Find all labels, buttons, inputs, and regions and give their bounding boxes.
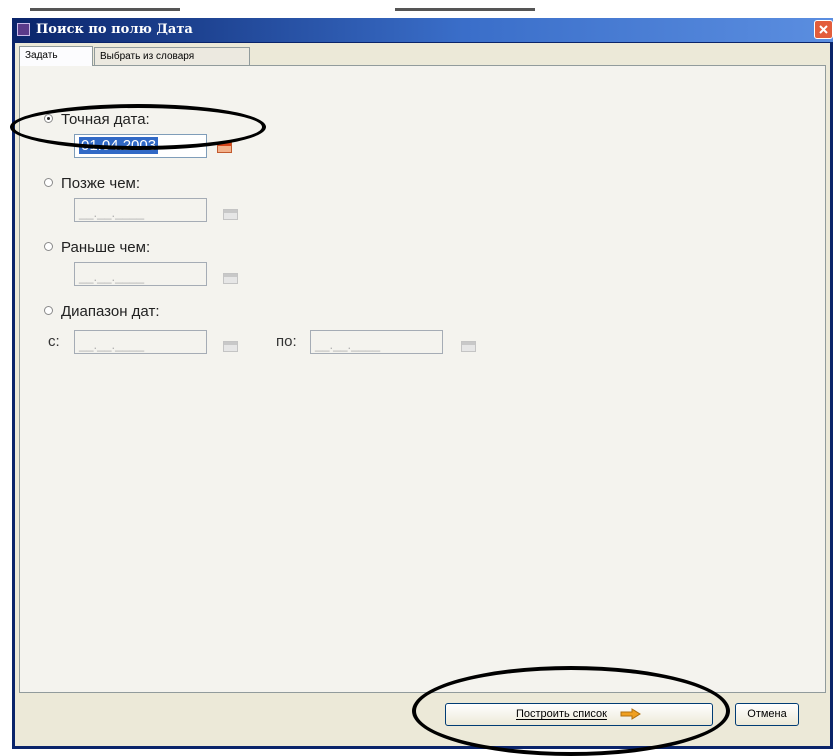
range-from-input[interactable]: __.__.____ — [74, 330, 207, 354]
calendar-icon[interactable] — [223, 341, 238, 352]
earlier-date-input[interactable]: __.__.____ — [74, 262, 207, 286]
background-strip — [0, 0, 833, 18]
close-button[interactable] — [814, 20, 833, 39]
build-list-label: Построить список — [516, 708, 607, 720]
build-list-button[interactable]: Построить список — [445, 703, 713, 726]
dialog-window: Поиск по полю Дата Задать Выбрать из сло… — [12, 18, 833, 749]
date-mask: __.__.____ — [79, 337, 145, 352]
date-mask: __.__.____ — [79, 269, 145, 284]
radio-label: Диапазон дат: — [61, 303, 160, 320]
radio-indicator — [44, 178, 53, 187]
exact-date-input[interactable]: 01.04.2003 — [74, 134, 207, 158]
tab-vybrat-iz-slovarya[interactable]: Выбрать из словаря — [94, 47, 250, 65]
calendar-icon[interactable] — [461, 341, 476, 352]
title-bar[interactable]: Поиск по полю Дата — [12, 18, 833, 42]
radio-indicator — [44, 242, 53, 251]
later-date-input[interactable]: __.__.____ — [74, 198, 207, 222]
date-mask: __.__.____ — [79, 205, 145, 220]
cancel-label: Отмена — [747, 708, 787, 720]
radio-label: Точная дата: — [61, 111, 150, 128]
calendar-icon[interactable] — [217, 142, 232, 153]
radio-earlier-than[interactable]: Раньше чем: — [44, 238, 150, 258]
date-value: 01.04.2003 — [79, 137, 159, 154]
range-to-label: по: — [276, 333, 297, 350]
radio-label: Раньше чем: — [61, 239, 151, 256]
calendar-icon[interactable] — [223, 209, 238, 220]
calendar-icon[interactable] — [223, 273, 238, 284]
close-icon — [819, 25, 828, 34]
radio-date-range[interactable]: Диапазон дат: — [44, 302, 159, 322]
dialog-client-area: Задать Выбрать из словаря Точная дата: 0… — [15, 43, 830, 746]
range-from-label: с: — [48, 333, 60, 350]
tab-panel: Точная дата: 01.04.2003 Позже чем: __.__… — [19, 65, 826, 693]
arrow-right-icon — [620, 708, 641, 720]
decorative-mark — [395, 8, 535, 11]
radio-exact-date[interactable]: Точная дата: — [44, 110, 150, 130]
radio-indicator — [44, 306, 53, 315]
tab-zadat[interactable]: Задать — [19, 46, 93, 66]
decorative-mark — [30, 8, 180, 11]
range-to-input[interactable]: __.__.____ — [310, 330, 443, 354]
date-mask: __.__.____ — [315, 337, 381, 352]
radio-label: Позже чем: — [61, 175, 141, 192]
cancel-button[interactable]: Отмена — [735, 703, 799, 726]
window-title: Поиск по полю Дата — [36, 22, 193, 37]
radio-indicator — [44, 114, 53, 123]
radio-later-than[interactable]: Позже чем: — [44, 174, 140, 194]
app-icon — [17, 23, 30, 36]
